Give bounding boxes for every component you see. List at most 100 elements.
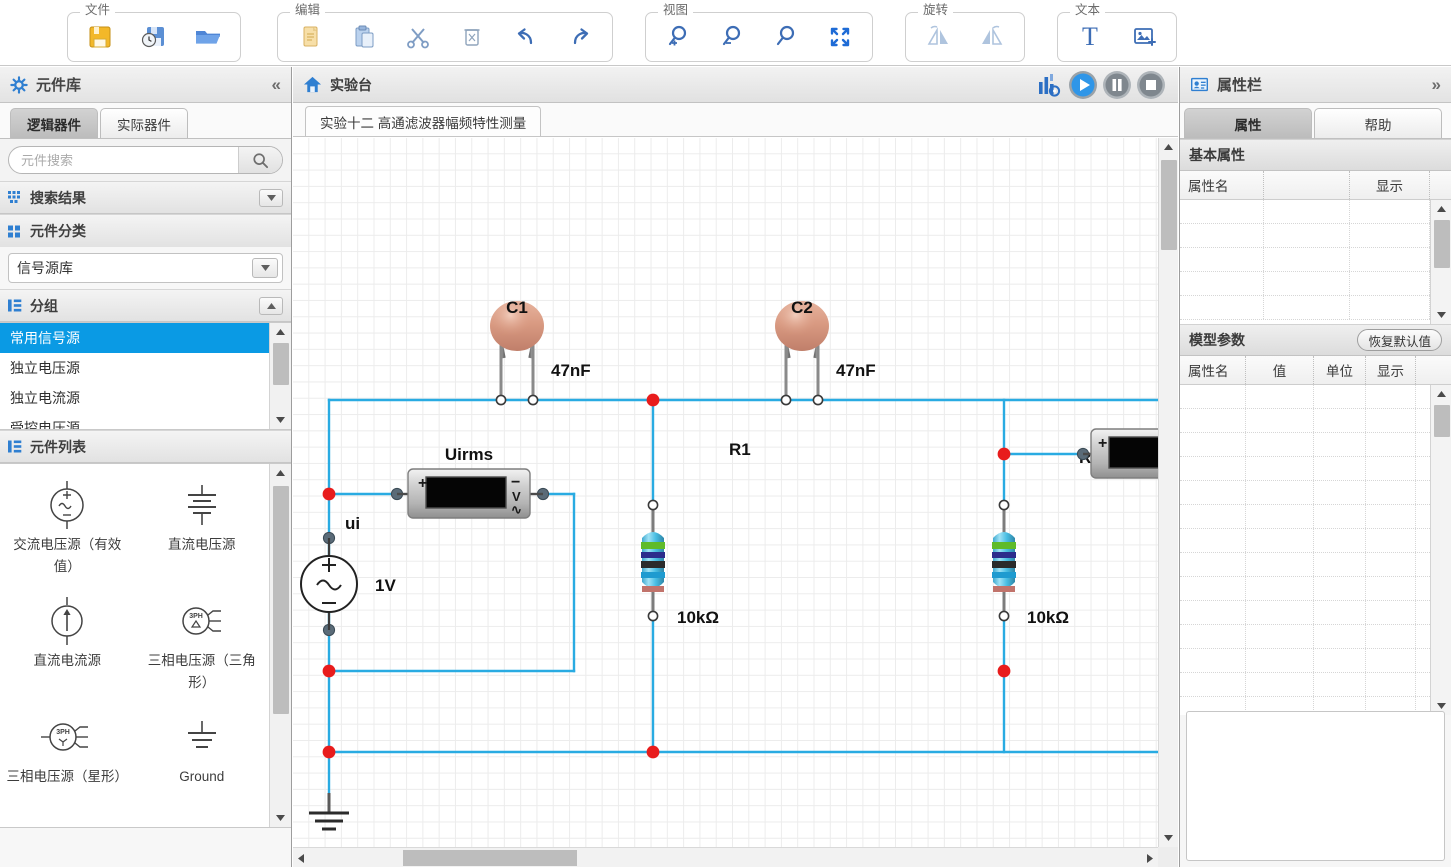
component-grid-scrollbar[interactable]: [269, 464, 291, 827]
table-row[interactable]: [1180, 577, 1430, 601]
svg-text:3PH: 3PH: [56, 729, 70, 736]
add-text-button[interactable]: T: [1070, 18, 1110, 56]
basic-scroll-up-button[interactable]: [1431, 200, 1451, 218]
category-select[interactable]: 信号源库: [8, 253, 283, 283]
open-button[interactable]: [188, 18, 228, 56]
table-row[interactable]: [1180, 385, 1430, 409]
table-row[interactable]: [1180, 649, 1430, 673]
table-row[interactable]: [1180, 296, 1430, 320]
canvas-vertical-scrollbar[interactable]: [1158, 138, 1178, 847]
search-icon: [253, 152, 269, 168]
group-item-independent-voltage[interactable]: 独立电压源: [0, 353, 269, 383]
paste-button[interactable]: [344, 18, 384, 56]
zoom-reset-button[interactable]: [766, 18, 806, 56]
search-results-section[interactable]: 搜索结果: [0, 181, 291, 214]
redo-button[interactable]: [560, 18, 600, 56]
model-parameters-table-body[interactable]: [1180, 385, 1451, 715]
component-dc-current-source[interactable]: 直流电流源: [0, 588, 135, 704]
basic-scroll-down-button[interactable]: [1431, 306, 1451, 324]
component-three-phase-delta[interactable]: 3PH 三相电压源（三角形）: [135, 588, 270, 704]
group-scroll-down-button[interactable]: [270, 411, 291, 429]
cut-button[interactable]: [398, 18, 438, 56]
group-scroll-up-button[interactable]: [270, 323, 291, 341]
basic-properties-scrollbar[interactable]: [1430, 200, 1451, 324]
component-dc-voltage-source[interactable]: 直流电压源: [135, 472, 270, 588]
table-row[interactable]: [1180, 433, 1430, 457]
component-scroll-thumb[interactable]: [273, 486, 289, 714]
table-row[interactable]: [1180, 200, 1430, 224]
category-select-arrow[interactable]: [252, 258, 278, 278]
tab-logic-components[interactable]: 逻辑器件: [10, 108, 98, 138]
description-box[interactable]: [1186, 711, 1445, 861]
chevron-up-icon: [1436, 391, 1446, 397]
canvas-horizontal-scroll-thumb[interactable]: [403, 850, 577, 866]
canvas-scroll-right-button[interactable]: [1142, 848, 1158, 867]
pause-button[interactable]: [1100, 70, 1134, 100]
schematic-canvas[interactable]: C1 47nF C2 47nF R1 10kΩ 10kΩ R2 + − V ∿ …: [293, 138, 1178, 867]
save-button[interactable]: [80, 18, 120, 56]
save-as-button[interactable]: [134, 18, 174, 56]
canvas-horizontal-scrollbar[interactable]: [293, 847, 1158, 867]
basic-properties-table-body[interactable]: [1180, 200, 1451, 324]
search-submit-button[interactable]: [238, 147, 282, 173]
component-three-phase-wye[interactable]: 3PH 三相电压源（星形）: [0, 704, 135, 798]
tab-real-components[interactable]: 实际器件: [100, 108, 188, 138]
flip-vertical-button[interactable]: [972, 18, 1012, 56]
component-ac-voltage-source[interactable]: 交流电压源（有效值）: [0, 472, 135, 588]
group-item-controlled-voltage[interactable]: 受控电压源: [0, 413, 269, 429]
analysis-settings-button[interactable]: [1032, 70, 1066, 100]
zoom-in-button[interactable]: [658, 18, 698, 56]
model-scroll-up-button[interactable]: [1431, 385, 1451, 403]
group-item-independent-current[interactable]: 独立电流源: [0, 383, 269, 413]
canvas-vertical-scroll-thumb[interactable]: [1161, 160, 1177, 250]
group-collapse-button[interactable]: [259, 296, 283, 315]
document-tab-experiment[interactable]: 实验十二 高通滤波器幅频特性测量: [305, 106, 542, 136]
undo-button[interactable]: [506, 18, 546, 56]
table-row[interactable]: [1180, 529, 1430, 553]
component-ground[interactable]: Ground: [135, 704, 270, 798]
model-parameters-scrollbar[interactable]: [1430, 385, 1451, 715]
table-row[interactable]: [1180, 625, 1430, 649]
group-item-common-sources[interactable]: 常用信号源: [0, 323, 269, 353]
tab-properties[interactable]: 属性: [1184, 108, 1312, 138]
schematic-grid[interactable]: C1 47nF C2 47nF R1 10kΩ 10kΩ R2 + − V ∿ …: [293, 138, 1158, 847]
tab-help[interactable]: 帮助: [1314, 108, 1442, 138]
search-results-expand-button[interactable]: [259, 188, 283, 207]
component-scroll-down-button[interactable]: [270, 809, 291, 827]
table-row[interactable]: [1180, 457, 1430, 481]
add-image-button[interactable]: [1124, 18, 1164, 56]
run-button[interactable]: [1066, 70, 1100, 100]
table-row[interactable]: [1180, 505, 1430, 529]
circuit-schematic[interactable]: C1 47nF C2 47nF R1 10kΩ 10kΩ R2 + − V ∿ …: [293, 138, 1158, 847]
search-results-label: 搜索结果: [30, 189, 86, 206]
table-row[interactable]: [1180, 673, 1430, 697]
table-row[interactable]: [1180, 481, 1430, 505]
table-row[interactable]: [1180, 272, 1430, 296]
table-row[interactable]: [1180, 601, 1430, 625]
group-section-header[interactable]: 分组: [0, 289, 291, 322]
delete-button[interactable]: [452, 18, 492, 56]
stop-button[interactable]: [1134, 70, 1168, 100]
ribbon-group-file: 文件: [67, 2, 241, 62]
collapse-left-panel-button[interactable]: «: [272, 75, 281, 95]
group-label: 分组: [30, 297, 58, 314]
expand-right-panel-button[interactable]: »: [1432, 75, 1441, 95]
basic-scroll-thumb[interactable]: [1434, 220, 1450, 268]
canvas-scroll-down-button[interactable]: [1159, 829, 1178, 847]
flip-horizontal-button[interactable]: [918, 18, 958, 56]
group-list-scrollbar[interactable]: [269, 323, 291, 429]
search-input[interactable]: [9, 147, 238, 173]
table-row[interactable]: [1180, 248, 1430, 272]
fit-screen-button[interactable]: [820, 18, 860, 56]
canvas-scroll-left-button[interactable]: [293, 848, 309, 867]
table-row[interactable]: [1180, 553, 1430, 577]
table-row[interactable]: [1180, 409, 1430, 433]
restore-defaults-button[interactable]: 恢复默认值: [1357, 329, 1442, 351]
copy-button[interactable]: [290, 18, 330, 56]
group-scroll-thumb[interactable]: [273, 343, 289, 385]
model-scroll-thumb[interactable]: [1434, 405, 1450, 437]
canvas-scroll-up-button[interactable]: [1159, 138, 1178, 156]
zoom-out-button[interactable]: [712, 18, 752, 56]
table-row[interactable]: [1180, 224, 1430, 248]
component-scroll-up-button[interactable]: [270, 464, 291, 482]
